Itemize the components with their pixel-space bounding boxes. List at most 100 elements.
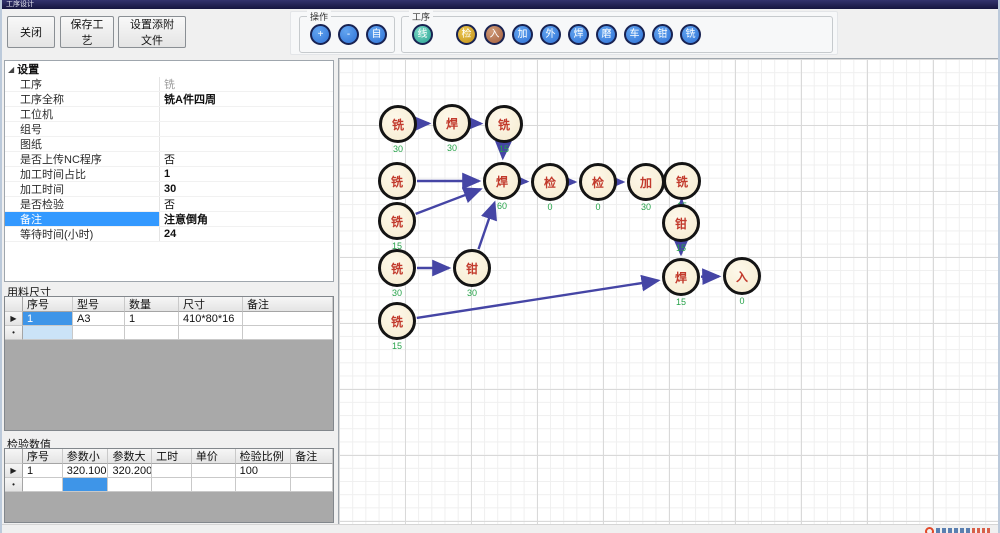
process-node-11[interactable]: 入 [723, 257, 761, 295]
cell-r0c6[interactable] [291, 464, 333, 478]
property-value[interactable]: 否 [160, 152, 333, 166]
new-row[interactable]: • [5, 478, 333, 492]
new-cell-c0[interactable] [23, 478, 63, 492]
column-header-0[interactable]: 序号 [23, 449, 63, 464]
column-header-1[interactable]: 型号 [73, 297, 125, 312]
new-row[interactable]: • [5, 326, 333, 340]
process-node-6[interactable]: 检 [579, 163, 617, 201]
column-header-4[interactable]: 备注 [243, 297, 333, 312]
process-machining-button[interactable]: 加 [512, 24, 533, 45]
column-header-3[interactable]: 尺寸 [179, 297, 243, 312]
process-node-14[interactable]: 钳 [453, 249, 491, 287]
process-node-0[interactable]: 铣 [379, 105, 417, 143]
set-attachment-button[interactable]: 设置添附文件 [118, 16, 186, 48]
property-label: 是否上传NC程序 [18, 152, 160, 166]
auto-layout-button[interactable]: 自 [366, 24, 387, 45]
process-weld-button[interactable]: 焊 [568, 24, 589, 45]
table-row[interactable]: ▶1A31410*80*16 [5, 312, 333, 326]
settings-category-header[interactable]: ◢ 设置 [5, 61, 333, 77]
zoom-in-button[interactable]: + [310, 24, 331, 45]
process-node-15[interactable]: 铣 [378, 302, 416, 340]
property-row-7[interactable]: 加工时间30 [5, 182, 333, 197]
property-value[interactable] [160, 107, 333, 121]
property-value[interactable] [160, 137, 333, 151]
cell-r0c2[interactable]: 320.200 [108, 464, 152, 478]
process-node-8[interactable]: 铣 [663, 162, 701, 200]
property-value[interactable]: 否 [160, 197, 333, 211]
property-value[interactable]: 铣 [160, 77, 333, 91]
property-row-6[interactable]: 加工时间占比1 [5, 167, 333, 182]
cell-r0c1[interactable]: A3 [73, 312, 125, 326]
property-value[interactable]: 注意倒角 [160, 212, 333, 226]
process-node-12[interactable]: 铣 [378, 202, 416, 240]
process-node-3[interactable]: 铣 [378, 162, 416, 200]
property-row-5[interactable]: 是否上传NC程序否 [5, 152, 333, 167]
process-turn-button[interactable]: 车 [624, 24, 645, 45]
process-node-4[interactable]: 焊 [483, 162, 521, 200]
new-cell-c2[interactable] [125, 326, 179, 340]
cell-r0c4[interactable] [192, 464, 236, 478]
property-value[interactable]: 铣A件四周 [160, 92, 333, 106]
new-cell-c4[interactable] [192, 478, 236, 492]
process-node-2[interactable]: 铣 [485, 105, 523, 143]
zoom-out-button[interactable]: - [338, 24, 359, 45]
process-node-1[interactable]: 焊 [433, 104, 471, 142]
property-row-1[interactable]: 工序全称铣A件四周 [5, 92, 333, 107]
column-header-6[interactable]: 备注 [291, 449, 333, 464]
column-header-5[interactable]: 检验比例 [236, 449, 292, 464]
property-row-0[interactable]: 工序铣 [5, 77, 333, 92]
new-cell-c4[interactable] [243, 326, 333, 340]
table-row[interactable]: ▶1320.100320.200100 [5, 464, 333, 478]
column-header-0[interactable]: 序号 [23, 297, 73, 312]
process-mill-button[interactable]: 铣 [680, 24, 701, 45]
property-value[interactable]: 1 [160, 167, 333, 181]
property-value[interactable]: 24 [160, 227, 333, 241]
save-process-button[interactable]: 保存工艺 [60, 16, 114, 48]
process-storein-button[interactable]: 入 [484, 24, 505, 45]
cell-r0c2[interactable]: 1 [125, 312, 179, 326]
property-row-3[interactable]: 组号 [5, 122, 333, 137]
new-cell-c3[interactable] [179, 326, 243, 340]
process-inspect-button[interactable]: 检 [456, 24, 477, 45]
new-cell-c5[interactable] [236, 478, 292, 492]
property-row-2[interactable]: 工位机 [5, 107, 333, 122]
new-cell-c6[interactable] [291, 478, 333, 492]
process-flow-canvas[interactable]: 铣30焊30铣15铣15焊60检0检0加30铣15钳15焊15入0铣15铣30钳… [338, 58, 1000, 526]
flow-edge[interactable] [416, 189, 481, 214]
cell-r0c4[interactable] [243, 312, 333, 326]
new-cell-c3[interactable] [152, 478, 192, 492]
process-outsource-button[interactable]: 外 [540, 24, 561, 45]
column-header-3[interactable]: 工时 [152, 449, 192, 464]
cell-r0c0[interactable]: 1 [23, 312, 73, 326]
new-cell-c0[interactable] [23, 326, 73, 340]
flow-edge[interactable] [417, 281, 659, 318]
process-node-9[interactable]: 钳 [662, 204, 700, 242]
property-row-9[interactable]: 备注注意倒角 [5, 212, 333, 227]
column-header-4[interactable]: 单价 [192, 449, 236, 464]
new-cell-c2[interactable] [108, 478, 152, 492]
column-header-2[interactable]: 数量 [125, 297, 179, 312]
process-grind-button[interactable]: 磨 [596, 24, 617, 45]
new-cell-c1[interactable] [73, 326, 125, 340]
cell-r0c0[interactable]: 1 [23, 464, 63, 478]
column-header-1[interactable]: 参数小 [63, 449, 109, 464]
cell-r0c3[interactable]: 410*80*16 [179, 312, 243, 326]
property-row-4[interactable]: 图纸 [5, 137, 333, 152]
cell-r0c3[interactable] [152, 464, 192, 478]
process-node-13[interactable]: 铣 [378, 249, 416, 287]
column-header-2[interactable]: 参数大 [108, 449, 152, 464]
process-node-10[interactable]: 焊 [662, 258, 700, 296]
property-value[interactable] [160, 122, 333, 136]
cell-r0c5[interactable]: 100 [236, 464, 292, 478]
new-row-marker: • [5, 326, 23, 340]
cell-r0c1[interactable]: 320.100 [63, 464, 109, 478]
close-button[interactable]: 关闭 [7, 16, 55, 48]
property-value[interactable]: 30 [160, 182, 333, 196]
process-bench-button[interactable]: 钳 [652, 24, 673, 45]
process-line-button[interactable]: 线 [412, 24, 433, 45]
process-node-5[interactable]: 检 [531, 163, 569, 201]
property-row-10[interactable]: 等待时间(小时)24 [5, 227, 333, 242]
process-node-7[interactable]: 加 [627, 163, 665, 201]
property-row-8[interactable]: 是否检验否 [5, 197, 333, 212]
new-cell-c1[interactable] [63, 478, 109, 492]
